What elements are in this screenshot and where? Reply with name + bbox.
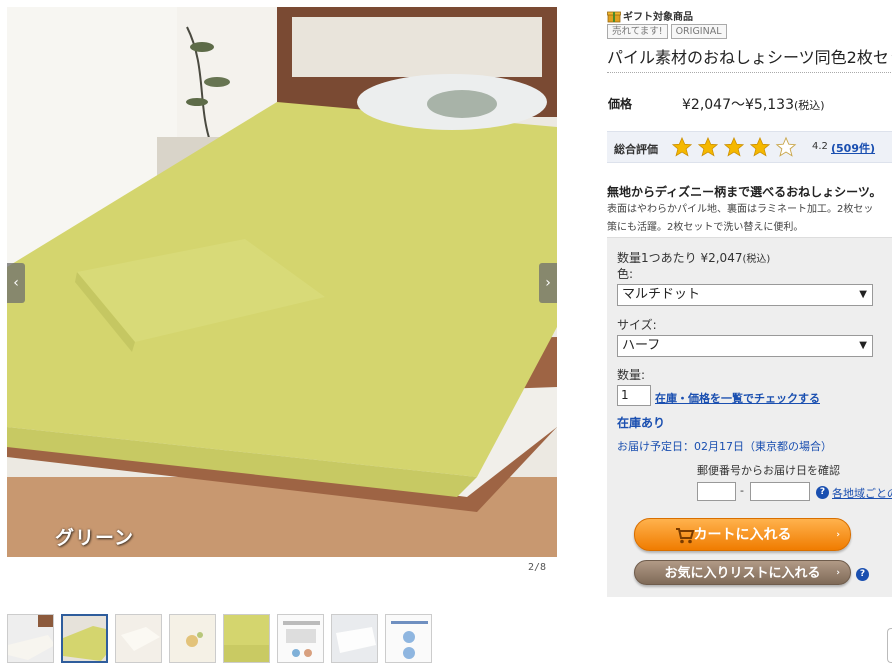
star-filled-icon — [697, 136, 719, 157]
thumbnail-strip — [7, 614, 447, 663]
dropdown-arrow-icon: ▼ — [859, 340, 867, 351]
stock-status: 在庫あり — [617, 416, 666, 430]
size-label: サイズ: — [617, 318, 657, 332]
thumbnail-2[interactable] — [61, 614, 108, 663]
add-to-cart-button[interactable]: カートに入れる › — [634, 518, 851, 551]
description-line-2: 策にも活躍。2枚セットで洗い替えに便利。 — [607, 222, 804, 233]
thumbnail-6[interactable] — [277, 614, 324, 663]
thumbnail-7[interactable] — [331, 614, 378, 663]
zip-code-input-1[interactable] — [697, 482, 736, 501]
star-filled-icon — [749, 136, 771, 157]
divider — [607, 72, 892, 73]
size-select-value: ハーフ — [622, 338, 661, 353]
add-to-favorites-button[interactable]: お気に入りリストに入れる › — [634, 560, 851, 585]
thumbnail-5[interactable] — [223, 614, 270, 663]
description-headline: 無地からディズニー柄まで選べるおねしょシーツ。 — [607, 185, 882, 199]
quantity-input[interactable]: 1 — [617, 385, 651, 406]
zip-code-input-2[interactable] — [750, 482, 810, 501]
delivery-date: お届け予定日：02月17日（東京都の場合） — [617, 440, 832, 453]
bed-photo — [7, 7, 557, 557]
rating-stars — [671, 136, 797, 158]
gift-label-text: ギフト対象商品 — [623, 12, 693, 23]
thumbnail-4[interactable] — [169, 614, 216, 663]
product-title: パイル素材のおねしょシーツ同色2枚セット — [607, 48, 892, 67]
badge-row: 売れてます! ORIGINAL — [607, 24, 727, 39]
dropdown-arrow-icon: ▼ — [859, 289, 867, 300]
rating-box: 総合評価 4.2 (509件) — [607, 131, 892, 163]
image-caption: グリーン — [55, 527, 135, 549]
image-counter: 2/8 — [528, 562, 547, 573]
add-to-cart-label: カートに入れる — [693, 527, 792, 543]
gift-icon — [607, 11, 621, 22]
reviews-link[interactable]: (509件) — [831, 140, 875, 156]
gift-label: ギフト対象商品 — [607, 8, 693, 23]
region-delivery-link[interactable]: 各地域ごとの — [832, 485, 892, 501]
badge-bestseller: 売れてます! — [607, 24, 668, 39]
star-filled-icon — [723, 136, 745, 157]
unit-price-label: 数量1つあたり — [617, 251, 697, 265]
price-value: ¥2,047〜¥5,133(税込) — [682, 94, 825, 114]
price-label: 価格 — [608, 97, 633, 111]
color-label: 色: — [617, 267, 634, 281]
zip-code-label: 郵便番号からお届け日を確認 — [697, 464, 840, 477]
star-filled-icon — [671, 136, 693, 157]
thumbnail-3[interactable] — [115, 614, 162, 663]
badge-original: ORIGINAL — [670, 24, 727, 39]
unit-price-tax: (税込) — [742, 254, 771, 265]
chevron-right-icon: › — [545, 275, 551, 291]
cart-icon — [676, 528, 695, 544]
scroll-edge-tab[interactable] — [887, 628, 892, 663]
help-icon[interactable]: ? — [856, 568, 869, 581]
rating-label: 総合評価 — [614, 143, 658, 156]
rating-score: 4.2 — [812, 141, 828, 152]
price-range: ¥2,047〜¥5,133 — [682, 97, 794, 113]
stock-check-link[interactable]: 在庫・価格を一覧でチェックする — [655, 390, 820, 406]
help-icon[interactable]: ? — [816, 486, 829, 499]
chevron-left-icon: ‹ — [13, 275, 19, 291]
chevron-right-icon: › — [836, 568, 840, 578]
next-image-button[interactable]: › — [539, 263, 557, 303]
zip-code-dash: - — [740, 484, 744, 497]
thumbnail-8[interactable] — [385, 614, 432, 663]
purchase-form: 数量1つあたり ¥2,047(税込) 色: マルチドット ▼ サイズ: ハーフ … — [607, 237, 892, 597]
size-select[interactable]: ハーフ ▼ — [617, 335, 873, 357]
thumbnail-1[interactable] — [7, 614, 54, 663]
product-main-image: ‹ › グリーン — [7, 7, 557, 557]
description-text: 表面はやわらかパイル地、裏面はラミネート加工。2枚セッ 策にも活躍。2枚セットで… — [607, 201, 892, 237]
color-select-value: マルチドット — [622, 287, 701, 302]
unit-price-value: ¥2,047 — [700, 251, 743, 265]
star-empty-icon — [775, 136, 797, 157]
description-line-1: 表面はやわらかパイル地、裏面はラミネート加工。2枚セッ — [607, 204, 874, 215]
price-tax: (税込) — [793, 99, 825, 112]
unit-price: 数量1つあたり ¥2,047(税込) — [617, 249, 770, 266]
prev-image-button[interactable]: ‹ — [7, 263, 25, 303]
add-to-favorites-label: お気に入りリストに入れる — [664, 566, 821, 581]
quantity-label: 数量: — [617, 368, 646, 382]
chevron-right-icon: › — [836, 530, 840, 540]
color-select[interactable]: マルチドット ▼ — [617, 284, 873, 306]
